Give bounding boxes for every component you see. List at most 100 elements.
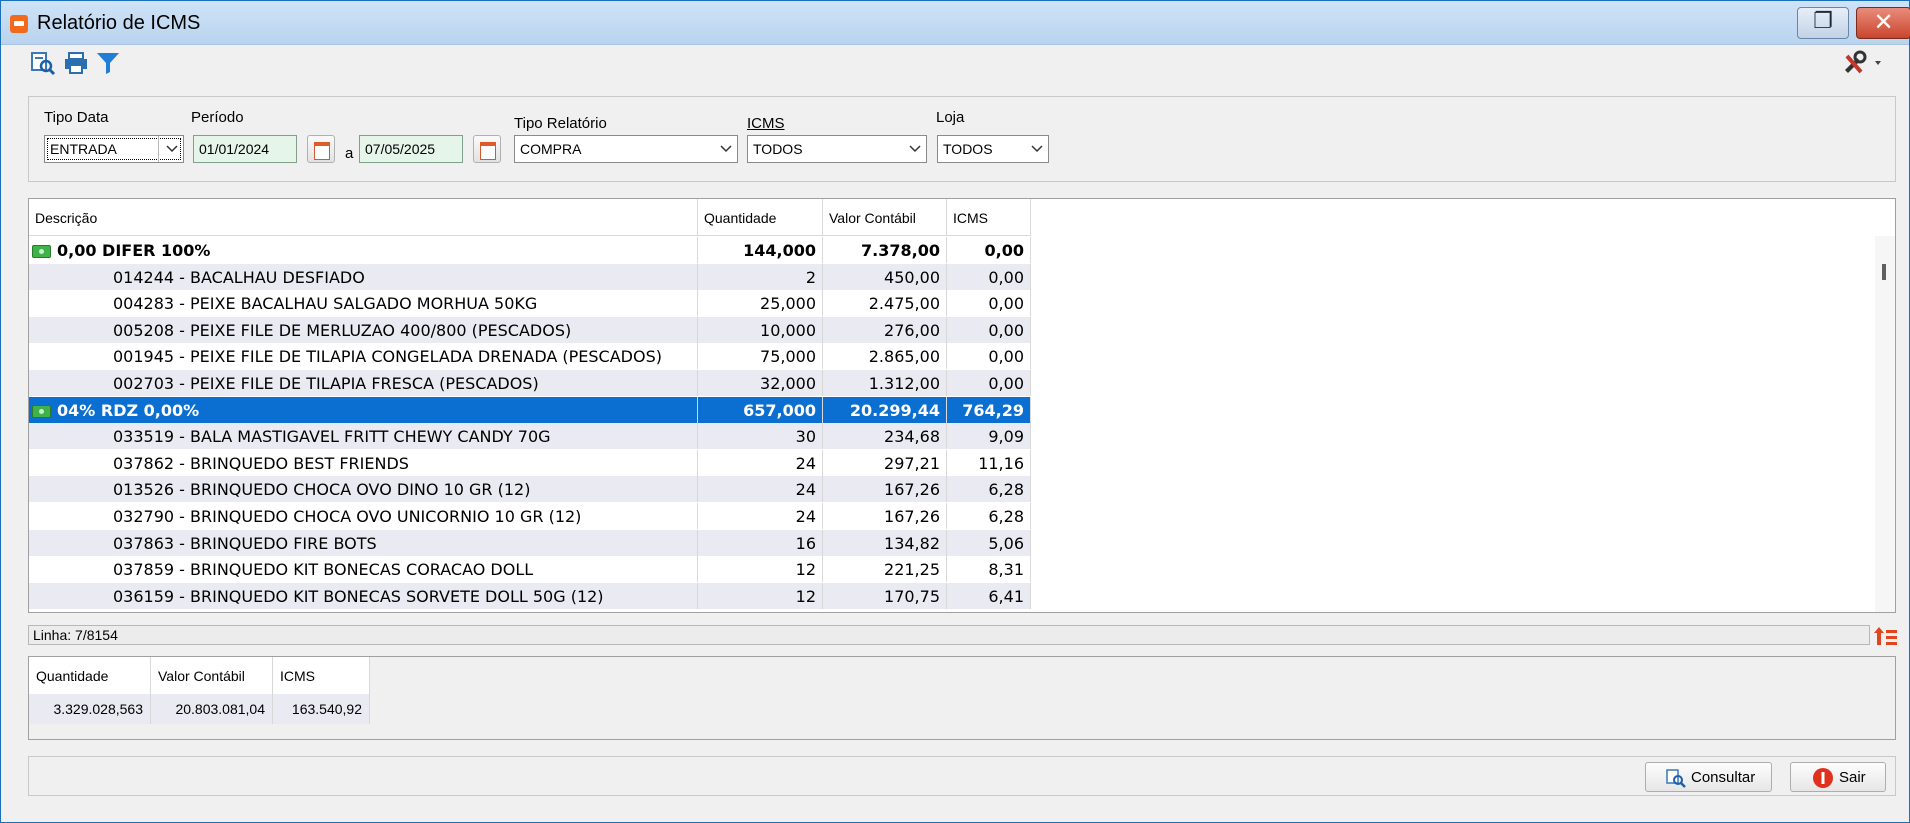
cell-icms: 764,29 [947,396,1031,423]
row-description: 004283 - PEIXE BACALHAU SALGADO MORHUA 5… [113,294,538,314]
totals-value-icms: 163.540,92 [273,694,370,724]
tipo-data-select[interactable]: ENTRADA [44,135,184,163]
column-header-icms[interactable]: ICMS [947,199,1031,236]
cell-valor-contabil: 450,00 [823,263,947,290]
table-row[interactable]: 036159 - BRINQUEDO KIT BONECAS SORVETE D… [29,582,1031,609]
table-row[interactable]: 002703 - PEIXE FILE DE TILAPIA FRESCA (P… [29,370,1031,396]
cell-descricao: 004283 - PEIXE BACALHAU SALGADO MORHUA 5… [29,290,698,317]
consultar-label: Consultar [1691,769,1756,786]
date-end-value: 07/05/2025 [365,141,436,157]
sair-button[interactable]: Sair [1790,762,1886,792]
totals-panel: Quantidade Valor Contábil ICMS 3.329.028… [28,656,1896,740]
grid-header: Descrição Quantidade Valor Contábil ICMS [29,199,1031,236]
cell-valor-contabil: 1.312,00 [823,370,947,396]
report-grid[interactable]: Descrição Quantidade Valor Contábil ICMS… [28,198,1896,613]
periodo-label: Período [191,109,244,126]
group-row[interactable]: 04% RDZ 0,00% 657,000 20.299,44 764,29 [29,396,1031,423]
cell-valor-contabil: 234,68 [823,423,947,450]
table-row[interactable]: 037862 - BRINQUEDO BEST FRIENDS 24 297,21 1… [29,449,1031,476]
cell-valor-contabil: 167,26 [823,476,947,503]
print-icon[interactable] [63,50,89,76]
table-row[interactable]: 037859 - BRINQUEDO KIT BONECAS CORACAO D… [29,556,1031,583]
cell-quantidade: 2 [698,263,823,290]
close-button[interactable]: ✕ [1856,7,1910,39]
cell-icms: 5,06 [947,529,1031,556]
cell-descricao: 037862 - BRINQUEDO BEST FRIENDS [29,449,698,476]
bottom-bar: Consultar Sair [28,756,1896,796]
cell-icms: 0,00 [947,316,1031,343]
cell-valor-contabil: 134,82 [823,529,947,556]
cell-quantidade: 12 [698,582,823,609]
date-end-field[interactable]: 07/05/2025 [359,135,463,163]
chevron-down-icon [1031,145,1043,153]
table-row[interactable]: 037863 - BRINQUEDO FIRE BOTS 16 134,82 5,06 [29,529,1031,556]
chevron-down-icon [720,145,732,153]
restore-button[interactable]: ❐ [1797,7,1849,39]
status-bar: Linha: 7/8154 [28,625,1870,645]
table-row[interactable]: 033519 - BALA MASTIGAVEL FRITT CHEWY CAN… [29,423,1031,450]
cell-quantidade: 24 [698,503,823,529]
table-row[interactable]: 032790 - BRINQUEDO CHOCA OVO UNICORNIO 1… [29,503,1031,529]
calendar-end-button[interactable] [473,135,501,163]
tipo-relatorio-select[interactable]: COMPRA [514,135,738,163]
app-icon [10,15,28,33]
row-description: 037862 - BRINQUEDO BEST FRIENDS [113,453,409,473]
tipo-relatorio-label: Tipo Relatório [514,115,607,132]
tools-icon[interactable] [1841,50,1885,76]
cell-icms: 6,41 [947,582,1031,609]
date-start-value: 01/01/2024 [199,141,270,157]
group-row[interactable]: 0,00 DIFER 100% 144,000 7.378,00 0,00 [29,237,1031,263]
tipo-data-value: ENTRADA [50,141,117,157]
cell-descricao: 04% RDZ 0,00% [29,396,698,423]
cell-descricao: 014244 - BACALHAU DESFIADO [29,263,698,290]
search-preview-icon[interactable] [30,50,56,76]
window-title: Relatório de ICMS [37,12,201,34]
table-row[interactable]: 013526 - BRINQUEDO CHOCA OVO DINO 10 GR … [29,476,1031,503]
cell-quantidade: 30 [698,423,823,450]
column-header-descricao[interactable]: Descrição [29,199,698,236]
title-bar[interactable]: Relatório de ICMS ❐ ✕ [1,1,1910,45]
row-description: 002703 - PEIXE FILE DE TILAPIA FRESCA (P… [113,374,539,393]
cell-quantidade: 24 [698,476,823,503]
column-header-quantidade[interactable]: Quantidade [698,199,823,236]
cell-descricao: 002703 - PEIXE FILE DE TILAPIA FRESCA (P… [29,370,698,396]
money-icon [32,245,51,258]
loja-label: Loja [936,109,965,126]
cell-descricao: 037863 - BRINQUEDO FIRE BOTS [29,529,698,556]
totals-header-valor-contabil: Valor Contábil [151,657,273,694]
cell-icms: 0,00 [947,370,1031,396]
scrollbar-thumb[interactable] [1882,264,1886,280]
sort-icon[interactable] [1874,625,1898,647]
table-row[interactable]: 014244 - BACALHAU DESFIADO 2 450,00 0,00 [29,263,1031,290]
money-icon [32,404,51,418]
calendar-start-button[interactable] [307,135,335,163]
cell-descricao: 033519 - BALA MASTIGAVEL FRITT CHEWY CAN… [29,423,698,450]
chevron-down-icon [909,145,921,153]
row-description: 037863 - BRINQUEDO FIRE BOTS [113,533,377,553]
date-start-field[interactable]: 01/01/2024 [193,135,297,163]
search-preview-icon [1666,769,1686,788]
cell-valor-contabil: 276,00 [823,316,947,343]
cell-valor-contabil: 2.865,00 [823,343,947,370]
cell-valor-contabil: 20.299,44 [823,396,947,423]
cell-valor-contabil: 170,75 [823,582,947,609]
row-description: 04% RDZ 0,00% [57,400,200,420]
vertical-scrollbar[interactable] [1875,236,1895,612]
row-description: 001945 - PEIXE FILE DE TILAPIA CONGELADA… [113,347,662,367]
cell-quantidade: 16 [698,529,823,556]
tipo-relatorio-value: COMPRA [520,141,582,157]
filter-icon[interactable] [95,50,121,76]
close-icon: ✕ [1873,8,1894,36]
toolbar [1,46,1909,82]
cell-valor-contabil: 221,25 [823,556,947,583]
loja-select[interactable]: TODOS [937,135,1049,163]
table-row[interactable]: 005208 - PEIXE FILE DE MERLUZAO 400/800 … [29,316,1031,343]
totals-value-valor-contabil: 20.803.081,04 [151,694,273,724]
table-row[interactable]: 001945 - PEIXE FILE DE TILAPIA CONGELADA… [29,343,1031,370]
consultar-button[interactable]: Consultar [1645,762,1772,792]
cell-icms: 0,00 [947,343,1031,370]
icms-select[interactable]: TODOS [747,135,927,163]
chevron-down-icon [166,145,178,153]
table-row[interactable]: 004283 - PEIXE BACALHAU SALGADO MORHUA 5… [29,290,1031,317]
column-header-valor-contabil[interactable]: Valor Contábil [823,199,947,236]
